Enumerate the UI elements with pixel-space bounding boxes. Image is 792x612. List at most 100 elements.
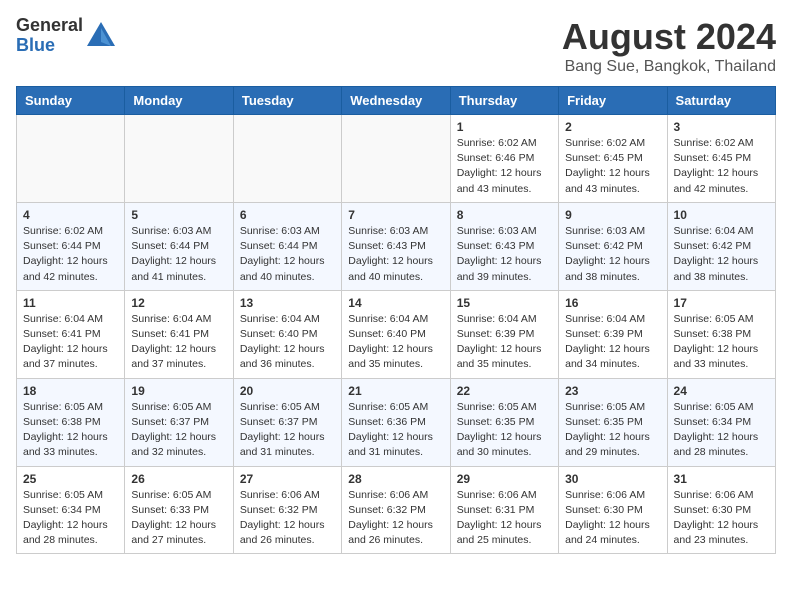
day-info: Sunrise: 6:06 AM Sunset: 6:30 PM Dayligh… bbox=[565, 488, 660, 549]
calendar-day: 31 Sunrise: 6:06 AM Sunset: 6:30 PM Dayli… bbox=[667, 466, 775, 554]
day-info: Sunrise: 6:06 AM Sunset: 6:30 PM Dayligh… bbox=[674, 488, 769, 549]
calendar-table: SundayMondayTuesdayWednesdayThursdayFrid… bbox=[16, 86, 776, 554]
day-info: Sunrise: 6:02 AM Sunset: 6:45 PM Dayligh… bbox=[565, 136, 660, 197]
day-info: Sunrise: 6:05 AM Sunset: 6:35 PM Dayligh… bbox=[457, 400, 552, 461]
day-info: Sunrise: 6:04 AM Sunset: 6:39 PM Dayligh… bbox=[457, 312, 552, 373]
day-number: 24 bbox=[674, 384, 769, 398]
day-info: Sunrise: 6:03 AM Sunset: 6:44 PM Dayligh… bbox=[131, 224, 226, 285]
calendar-week-row: 4 Sunrise: 6:02 AM Sunset: 6:44 PM Daylig… bbox=[17, 202, 776, 290]
calendar-day: 2 Sunrise: 6:02 AM Sunset: 6:45 PM Daylig… bbox=[559, 115, 667, 203]
day-info: Sunrise: 6:03 AM Sunset: 6:44 PM Dayligh… bbox=[240, 224, 335, 285]
calendar-day: 12 Sunrise: 6:04 AM Sunset: 6:41 PM Dayli… bbox=[125, 290, 233, 378]
day-info: Sunrise: 6:02 AM Sunset: 6:44 PM Dayligh… bbox=[23, 224, 118, 285]
calendar-day: 10Sunrise: 6:04 AM Sunset: 6:42 PM Dayli… bbox=[667, 202, 775, 290]
weekday-header-sunday: Sunday bbox=[17, 87, 125, 115]
day-number: 31 bbox=[674, 472, 769, 486]
day-number: 19 bbox=[131, 384, 226, 398]
day-info: Sunrise: 6:04 AM Sunset: 6:40 PM Dayligh… bbox=[240, 312, 335, 373]
day-number: 21 bbox=[348, 384, 443, 398]
calendar-day: 21 Sunrise: 6:05 AM Sunset: 6:36 PM Dayli… bbox=[342, 378, 450, 466]
page-header: General Blue August 2024 Bang Sue, Bangk… bbox=[16, 16, 776, 76]
day-number: 5 bbox=[131, 208, 226, 222]
calendar-day: 1Sunrise: 6:02 AM Sunset: 6:46 PM Daylig… bbox=[450, 115, 558, 203]
day-number: 16 bbox=[565, 296, 660, 310]
logo-icon bbox=[83, 18, 119, 54]
calendar-day: 27 Sunrise: 6:06 AM Sunset: 6:32 PM Dayli… bbox=[233, 466, 341, 554]
day-number: 14 bbox=[348, 296, 443, 310]
day-number: 25 bbox=[23, 472, 118, 486]
calendar-day: 26 Sunrise: 6:05 AM Sunset: 6:33 PM Dayli… bbox=[125, 466, 233, 554]
day-info: Sunrise: 6:05 AM Sunset: 6:37 PM Dayligh… bbox=[240, 400, 335, 461]
day-info: Sunrise: 6:04 AM Sunset: 6:41 PM Dayligh… bbox=[131, 312, 226, 373]
day-number: 30 bbox=[565, 472, 660, 486]
day-number: 28 bbox=[348, 472, 443, 486]
day-number: 17 bbox=[674, 296, 769, 310]
day-info: Sunrise: 6:06 AM Sunset: 6:31 PM Dayligh… bbox=[457, 488, 552, 549]
calendar-day: 3Sunrise: 6:02 AM Sunset: 6:45 PM Daylig… bbox=[667, 115, 775, 203]
day-number: 8 bbox=[457, 208, 552, 222]
calendar-day: 24 Sunrise: 6:05 AM Sunset: 6:34 PM Dayli… bbox=[667, 378, 775, 466]
calendar-day: 5 Sunrise: 6:03 AM Sunset: 6:44 PM Daylig… bbox=[125, 202, 233, 290]
calendar-day: 13 Sunrise: 6:04 AM Sunset: 6:40 PM Dayli… bbox=[233, 290, 341, 378]
day-number: 4 bbox=[23, 208, 118, 222]
calendar-day: 30 Sunrise: 6:06 AM Sunset: 6:30 PM Dayli… bbox=[559, 466, 667, 554]
day-info: Sunrise: 6:03 AM Sunset: 6:43 PM Dayligh… bbox=[457, 224, 552, 285]
day-number: 13 bbox=[240, 296, 335, 310]
day-number: 9 bbox=[565, 208, 660, 222]
day-info: Sunrise: 6:03 AM Sunset: 6:42 PM Dayligh… bbox=[565, 224, 660, 285]
day-info: Sunrise: 6:03 AM Sunset: 6:43 PM Dayligh… bbox=[348, 224, 443, 285]
day-info: Sunrise: 6:02 AM Sunset: 6:45 PM Dayligh… bbox=[674, 136, 769, 197]
day-info: Sunrise: 6:05 AM Sunset: 6:36 PM Dayligh… bbox=[348, 400, 443, 461]
calendar-day: 18 Sunrise: 6:05 AM Sunset: 6:38 PM Dayli… bbox=[17, 378, 125, 466]
day-info: Sunrise: 6:04 AM Sunset: 6:41 PM Dayligh… bbox=[23, 312, 118, 373]
day-number: 6 bbox=[240, 208, 335, 222]
calendar-day: 14 Sunrise: 6:04 AM Sunset: 6:40 PM Dayli… bbox=[342, 290, 450, 378]
title-block: August 2024 Bang Sue, Bangkok, Thailand bbox=[562, 16, 776, 76]
day-number: 2 bbox=[565, 120, 660, 134]
day-number: 12 bbox=[131, 296, 226, 310]
weekday-header-tuesday: Tuesday bbox=[233, 87, 341, 115]
day-number: 23 bbox=[565, 384, 660, 398]
weekday-header-thursday: Thursday bbox=[450, 87, 558, 115]
main-title: August 2024 bbox=[562, 16, 776, 58]
logo-blue: Blue bbox=[16, 36, 83, 56]
day-number: 22 bbox=[457, 384, 552, 398]
calendar-header-row: SundayMondayTuesdayWednesdayThursdayFrid… bbox=[17, 87, 776, 115]
calendar-day: 22 Sunrise: 6:05 AM Sunset: 6:35 PM Dayli… bbox=[450, 378, 558, 466]
day-info: Sunrise: 6:05 AM Sunset: 6:37 PM Dayligh… bbox=[131, 400, 226, 461]
calendar-day: 15 Sunrise: 6:04 AM Sunset: 6:39 PM Dayli… bbox=[450, 290, 558, 378]
calendar-day: 9 Sunrise: 6:03 AM Sunset: 6:42 PM Daylig… bbox=[559, 202, 667, 290]
day-info: Sunrise: 6:06 AM Sunset: 6:32 PM Dayligh… bbox=[240, 488, 335, 549]
day-number: 10 bbox=[674, 208, 769, 222]
day-info: Sunrise: 6:05 AM Sunset: 6:38 PM Dayligh… bbox=[674, 312, 769, 373]
day-number: 26 bbox=[131, 472, 226, 486]
day-info: Sunrise: 6:06 AM Sunset: 6:32 PM Dayligh… bbox=[348, 488, 443, 549]
calendar-day: 8 Sunrise: 6:03 AM Sunset: 6:43 PM Daylig… bbox=[450, 202, 558, 290]
day-number: 18 bbox=[23, 384, 118, 398]
logo-general: General bbox=[16, 16, 83, 36]
day-number: 29 bbox=[457, 472, 552, 486]
day-number: 20 bbox=[240, 384, 335, 398]
day-number: 15 bbox=[457, 296, 552, 310]
calendar-day: 7 Sunrise: 6:03 AM Sunset: 6:43 PM Daylig… bbox=[342, 202, 450, 290]
day-info: Sunrise: 6:05 AM Sunset: 6:33 PM Dayligh… bbox=[131, 488, 226, 549]
weekday-header-wednesday: Wednesday bbox=[342, 87, 450, 115]
day-number: 7 bbox=[348, 208, 443, 222]
calendar-day bbox=[125, 115, 233, 203]
day-number: 1 bbox=[457, 120, 552, 134]
calendar-week-row: 11 Sunrise: 6:04 AM Sunset: 6:41 PM Dayli… bbox=[17, 290, 776, 378]
day-info: Sunrise: 6:04 AM Sunset: 6:40 PM Dayligh… bbox=[348, 312, 443, 373]
calendar-day: 6 Sunrise: 6:03 AM Sunset: 6:44 PM Daylig… bbox=[233, 202, 341, 290]
calendar-day bbox=[233, 115, 341, 203]
calendar-day: 17 Sunrise: 6:05 AM Sunset: 6:38 PM Dayli… bbox=[667, 290, 775, 378]
day-info: Sunrise: 6:05 AM Sunset: 6:34 PM Dayligh… bbox=[674, 400, 769, 461]
day-number: 11 bbox=[23, 296, 118, 310]
day-info: Sunrise: 6:05 AM Sunset: 6:38 PM Dayligh… bbox=[23, 400, 118, 461]
calendar-day: 11 Sunrise: 6:04 AM Sunset: 6:41 PM Dayli… bbox=[17, 290, 125, 378]
calendar-day: 28 Sunrise: 6:06 AM Sunset: 6:32 PM Dayli… bbox=[342, 466, 450, 554]
day-number: 27 bbox=[240, 472, 335, 486]
day-info: Sunrise: 6:05 AM Sunset: 6:34 PM Dayligh… bbox=[23, 488, 118, 549]
logo: General Blue bbox=[16, 16, 119, 56]
subtitle: Bang Sue, Bangkok, Thailand bbox=[562, 58, 776, 76]
calendar-day: 23Sunrise: 6:05 AM Sunset: 6:35 PM Dayli… bbox=[559, 378, 667, 466]
